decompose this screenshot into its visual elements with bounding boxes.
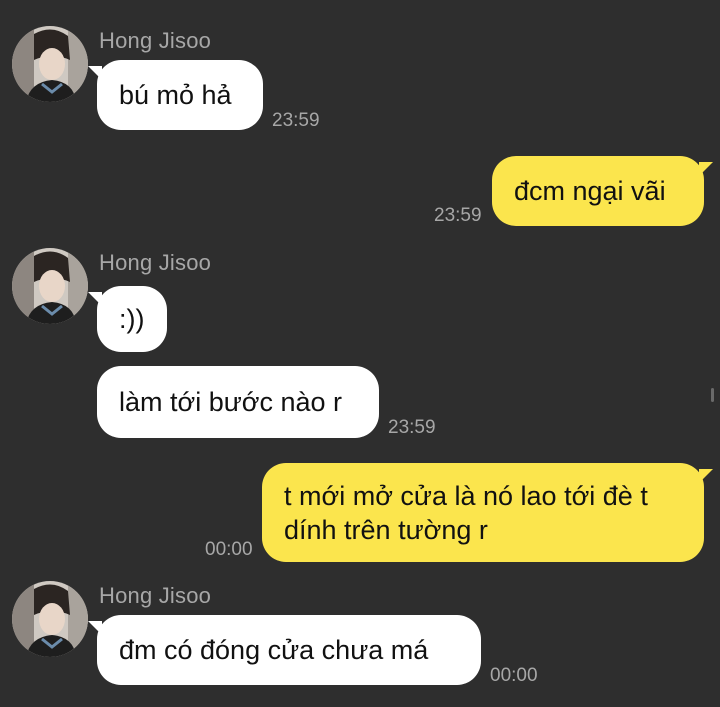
bubble-tail: [699, 469, 713, 483]
avatar-photo-icon: [12, 26, 88, 102]
message-text: :)): [119, 304, 145, 334]
outgoing-message-bubble[interactable]: đcm ngại vãi: [492, 156, 713, 226]
contact-avatar[interactable]: [12, 26, 88, 102]
outgoing-message-bubble[interactable]: t mới mở cửa là nó lao tới đè t dính trê…: [262, 463, 713, 562]
message-text: làm tới bước nào r: [119, 387, 343, 417]
avatar-photo-icon: [12, 248, 88, 324]
incoming-message-bubble[interactable]: đm có đóng cửa chưa má: [88, 615, 481, 685]
bubble-tail: [88, 621, 102, 635]
message-text-line: t mới mở cửa là nó lao tới đè t: [284, 481, 648, 511]
incoming-message-bubble[interactable]: bú mỏ hả: [88, 60, 263, 130]
avatar-photo-icon: [12, 581, 88, 657]
contact-avatar[interactable]: [12, 248, 88, 324]
incoming-message-bubble[interactable]: :)): [88, 286, 167, 352]
sender-name: Hong Jisoo: [99, 250, 212, 275]
message-timestamp: 00:00: [205, 539, 253, 560]
bubble-tail: [88, 292, 102, 306]
incoming-message-bubble[interactable]: làm tới bước nào r: [97, 366, 379, 438]
sender-name: Hong Jisoo: [99, 28, 212, 53]
scrollbar-indicator[interactable]: [711, 388, 714, 402]
message-timestamp: 23:59: [434, 205, 482, 226]
bubble-tail: [88, 66, 102, 80]
message-text: đcm ngại vãi: [514, 176, 666, 206]
sender-name: Hong Jisoo: [99, 583, 212, 608]
message-timestamp: 00:00: [490, 665, 538, 686]
message-text: bú mỏ hả: [119, 80, 232, 110]
message-text-line: dính trên tường r: [284, 515, 488, 545]
message-timestamp: 23:59: [388, 417, 436, 438]
message-timestamp: 23:59: [272, 110, 320, 131]
message-text: đm có đóng cửa chưa má: [119, 635, 429, 665]
contact-avatar[interactable]: [12, 581, 88, 657]
bubble-tail: [699, 162, 713, 176]
